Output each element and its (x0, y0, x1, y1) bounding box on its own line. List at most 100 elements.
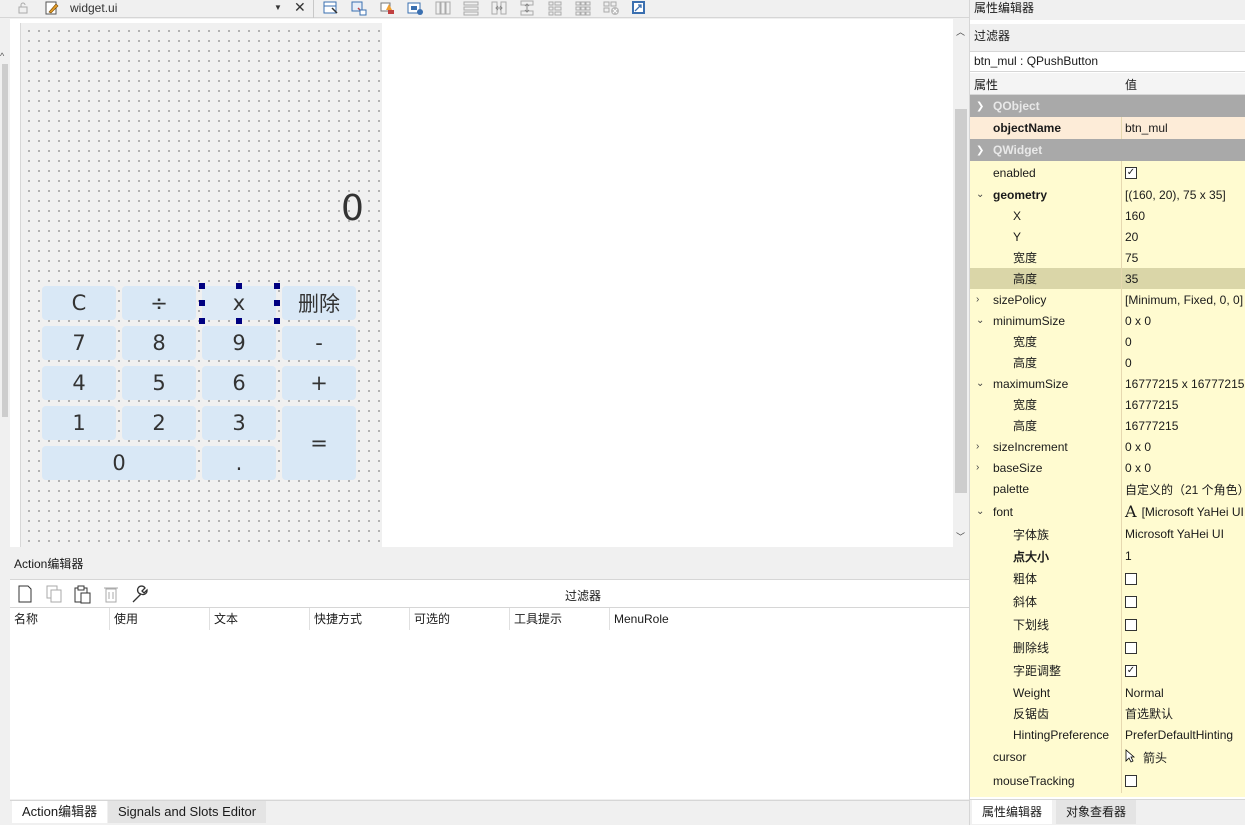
chevron-up-icon[interactable]: ^ (0, 51, 4, 61)
btn-clear[interactable]: C (42, 286, 116, 320)
property-value[interactable]: [Microsoft YaHei UI, 1] (1142, 505, 1245, 519)
close-icon[interactable]: ✕ (294, 0, 306, 16)
property-row-font[interactable]: ⌄ font A[Microsoft YaHei UI, 1] (970, 500, 1245, 523)
chevron-down-icon[interactable]: ⌄ (976, 373, 984, 394)
layout-v-splitter-icon[interactable] (518, 0, 536, 16)
property-row-italic[interactable]: 斜体 (970, 590, 1245, 613)
selection-handle[interactable] (274, 300, 280, 306)
edit-widgets-icon[interactable] (322, 0, 340, 16)
btn-3[interactable]: 3 (202, 406, 276, 440)
property-value[interactable]: 20 (1121, 226, 1245, 247)
property-row-max-height[interactable]: 高度 16777215 (970, 415, 1245, 436)
property-value[interactable]: 首选默认 (1121, 703, 1245, 724)
btn-6[interactable]: 6 (202, 366, 276, 400)
property-table[interactable]: ❯ QObject objectName btn_mul ❯ QWidget e… (970, 95, 1245, 797)
btn-equals[interactable]: = (282, 406, 356, 480)
editor-vertical-scrollbar[interactable]: ︿ ﹀ (953, 19, 969, 547)
property-row-geometry[interactable]: ⌄ geometry [(160, 20), 75 x 35] (970, 184, 1245, 205)
property-value[interactable]: [Minimum, Fixed, 0, 0] (1121, 289, 1245, 310)
property-row-maximumsize[interactable]: ⌄ maximumSize 16777215 x 16777215 (970, 373, 1245, 394)
tab-signals-slots[interactable]: Signals and Slots Editor (108, 801, 267, 823)
layout-horizontal-icon[interactable] (434, 0, 452, 16)
tab-action-editor[interactable]: Action编辑器 (12, 801, 108, 823)
chevron-down-icon[interactable]: ⌄ (976, 184, 984, 205)
btn-dot[interactable]: . (202, 446, 276, 480)
property-value[interactable]: btn_mul (1121, 117, 1245, 139)
layout-grid-icon[interactable] (574, 0, 592, 16)
checkbox[interactable] (1125, 641, 1137, 654)
property-value[interactable]: 1 (1121, 545, 1245, 567)
property-row-mousetracking[interactable]: mouseTracking (970, 769, 1245, 793)
property-row-sizeincrement[interactable]: › sizeIncrement 0 x 0 (970, 436, 1245, 457)
selection-handle[interactable] (199, 300, 205, 306)
copy-action-icon[interactable] (44, 584, 64, 604)
column-header-name[interactable]: 名称 (10, 608, 110, 630)
btn-4[interactable]: 4 (42, 366, 116, 400)
selection-handle[interactable] (274, 318, 280, 324)
property-value[interactable]: 0 x 0 (1121, 457, 1245, 478)
btn-9[interactable]: 9 (202, 326, 276, 360)
edit-buddies-icon[interactable] (378, 0, 396, 16)
property-row-enabled[interactable]: enabled ✓ (970, 161, 1245, 184)
chevron-down-icon[interactable]: ❯ (976, 139, 984, 161)
property-row-antialiasing[interactable]: 反锯齿 首选默认 (970, 703, 1245, 724)
selection-handle[interactable] (199, 283, 205, 289)
property-row-width[interactable]: 宽度 75 (970, 247, 1245, 268)
scrollbar-thumb[interactable] (955, 109, 967, 493)
property-group-qobject[interactable]: ❯ QObject (970, 95, 1245, 117)
property-row-sizepolicy[interactable]: › sizePolicy [Minimum, Fixed, 0, 0] (970, 289, 1245, 310)
property-row-weight[interactable]: Weight Normal (970, 682, 1245, 703)
column-header-value[interactable]: 值 (1125, 76, 1137, 93)
column-header-menurole[interactable]: MenuRole (610, 608, 710, 630)
column-header-property[interactable]: 属性 (974, 76, 998, 93)
checkbox[interactable]: ✓ (1125, 664, 1137, 677)
btn-0[interactable]: 0 (42, 446, 196, 480)
checkbox[interactable] (1125, 572, 1137, 585)
btn-plus[interactable]: + (282, 366, 356, 400)
property-row-palette[interactable]: palette 自定义的（21 个角色） (970, 478, 1245, 500)
property-row-min-height[interactable]: 高度 0 (970, 352, 1245, 373)
delete-action-icon[interactable] (101, 584, 121, 604)
btn-multiply[interactable]: x (202, 286, 276, 320)
selection-handle[interactable] (199, 318, 205, 324)
property-value[interactable]: 160 (1121, 205, 1245, 226)
property-row-kerning[interactable]: 字距调整 ✓ (970, 659, 1245, 682)
property-value[interactable]: 0 (1121, 352, 1245, 373)
property-value[interactable]: 0 (1121, 331, 1245, 352)
action-table[interactable]: 名称 使用 文本 快捷方式 可选的 工具提示 MenuRole (10, 607, 969, 799)
property-row-basesize[interactable]: › baseSize 0 x 0 (970, 457, 1245, 478)
new-action-icon[interactable] (15, 584, 35, 604)
property-row-minimumsize[interactable]: ⌄ minimumSize 0 x 0 (970, 310, 1245, 331)
property-row-bold[interactable]: 粗体 (970, 567, 1245, 590)
lock-icon[interactable] (17, 2, 29, 14)
calc-display-label[interactable]: 0 (341, 188, 364, 229)
adjust-size-icon[interactable] (630, 0, 648, 16)
property-row-x[interactable]: X 160 (970, 205, 1245, 226)
break-layout-icon[interactable] (602, 0, 620, 16)
selection-handle[interactable] (236, 283, 242, 289)
dropdown-arrow-icon[interactable]: ▼ (274, 3, 282, 12)
column-header-tooltip[interactable]: 工具提示 (510, 608, 610, 630)
checkbox[interactable] (1125, 595, 1137, 608)
tab-property-editor[interactable]: 属性编辑器 (972, 800, 1053, 824)
property-value[interactable]: 16777215 (1121, 415, 1245, 436)
btn-divide[interactable]: ÷ (122, 286, 196, 320)
property-value[interactable]: 0 x 0 (1121, 310, 1245, 331)
property-row-objectname[interactable]: objectName btn_mul (970, 117, 1245, 139)
chevron-down-icon[interactable]: ﹀ (956, 530, 965, 543)
layout-vertical-icon[interactable] (462, 0, 480, 16)
left-scrollbar-thumb[interactable] (2, 64, 8, 417)
btn-1[interactable]: 1 (42, 406, 116, 440)
configure-icon[interactable] (130, 584, 150, 604)
checkbox[interactable] (1125, 775, 1137, 787)
edit-signals-icon[interactable] (350, 0, 368, 16)
btn-minus[interactable]: - (282, 326, 356, 360)
property-row-min-width[interactable]: 宽度 0 (970, 331, 1245, 352)
property-row-point-size[interactable]: 点大小 1 (970, 545, 1245, 567)
column-header-shortcut[interactable]: 快捷方式 (310, 608, 410, 630)
checkbox[interactable] (1125, 618, 1137, 631)
property-filter-input[interactable]: 过滤器 (970, 24, 1245, 52)
chevron-down-icon[interactable]: ⌄ (976, 500, 984, 523)
property-group-qwidget[interactable]: ❯ QWidget (970, 139, 1245, 161)
btn-delete[interactable]: 删除 (282, 286, 356, 320)
